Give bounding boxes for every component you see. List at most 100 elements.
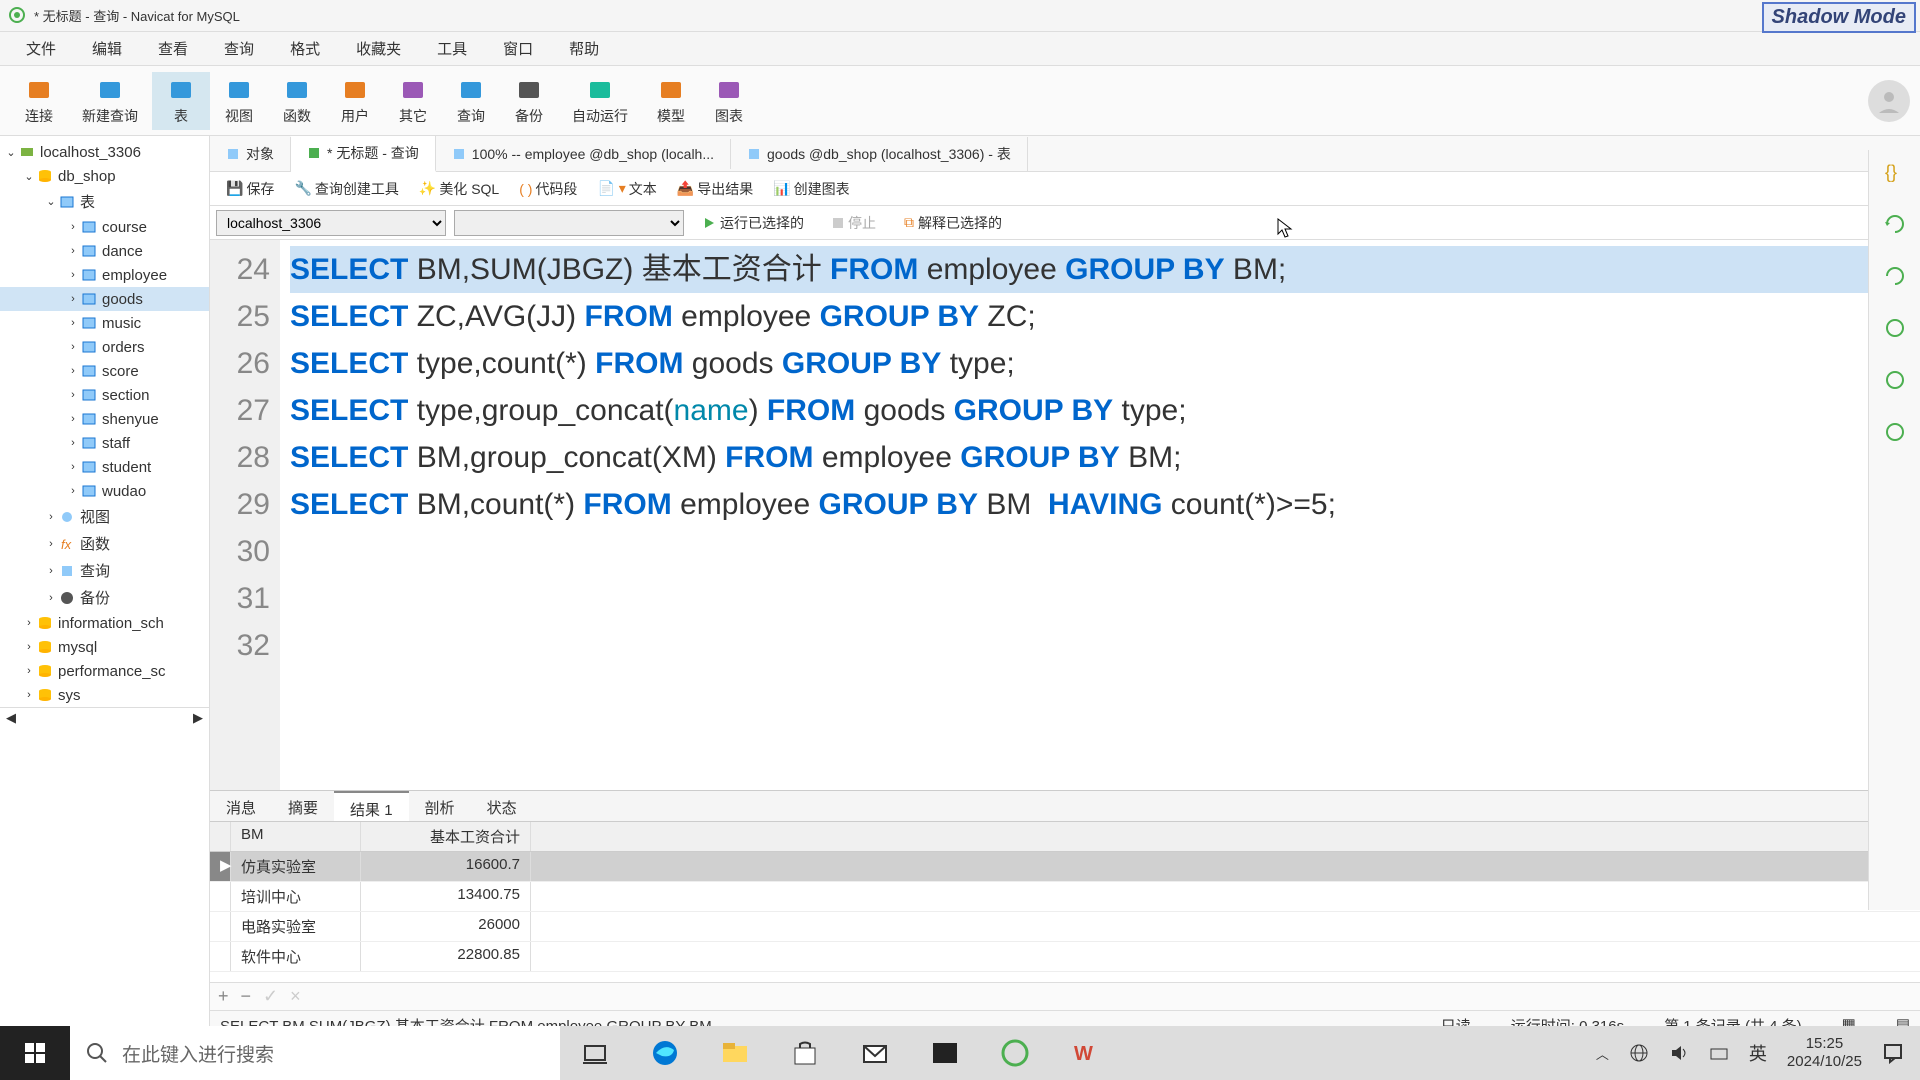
menu-查询[interactable]: 查询	[206, 32, 272, 65]
ime-indicator[interactable]: 英	[1749, 1040, 1767, 1066]
code-area[interactable]: SELECT BM,SUM(JBGZ) 基本工资合计 FROM employee…	[280, 240, 1900, 790]
tab-objects[interactable]: 对象	[210, 137, 291, 171]
menu-查看[interactable]: 查看	[140, 32, 206, 65]
refresh-icon-5[interactable]	[1883, 420, 1907, 444]
network-icon[interactable]	[1629, 1043, 1649, 1063]
user-button[interactable]: 用户	[326, 72, 384, 130]
start-button[interactable]	[0, 1026, 70, 1080]
code-line-24[interactable]: SELECT BM,SUM(JBGZ) 基本工资合计 FROM employee…	[290, 246, 1900, 293]
menu-编辑[interactable]: 编辑	[74, 32, 140, 65]
tree-folder-查询[interactable]: ›查询	[0, 557, 209, 584]
tree-table-goods[interactable]: ›goods	[0, 287, 209, 311]
action-保存[interactable]: 💾保存	[218, 176, 282, 202]
action-查询创建工具[interactable]: 🔧查询创建工具	[286, 176, 406, 202]
explorer-icon[interactable]	[700, 1026, 770, 1080]
terminal-icon[interactable]	[910, 1026, 980, 1080]
table-row[interactable]: 软件中心22800.85	[210, 942, 1920, 972]
connect-button[interactable]: 连接	[10, 72, 68, 130]
tree-table-shenyue[interactable]: ›shenyue	[0, 407, 209, 431]
refresh-icon-3[interactable]	[1883, 316, 1907, 340]
tree-folder-视图[interactable]: ›视图	[0, 503, 209, 530]
result-tab-状态[interactable]: 状态	[471, 791, 533, 821]
connection-select[interactable]: localhost_3306	[216, 210, 446, 236]
tree-db-mysql[interactable]: ›mysql	[0, 635, 209, 659]
view-button[interactable]: 视图	[210, 72, 268, 130]
task-view-button[interactable]	[560, 1026, 630, 1080]
wps-icon[interactable]: W	[1050, 1026, 1120, 1080]
backup-button[interactable]: 备份	[500, 72, 558, 130]
table-button[interactable]: 表	[152, 72, 210, 130]
table-row[interactable]: 电路实验室26000	[210, 912, 1920, 942]
column-header-sum[interactable]: 基本工资合计	[361, 822, 531, 851]
add-row-button[interactable]: +	[218, 986, 229, 1007]
sidebar-scroll[interactable]: ◀▶	[0, 707, 209, 728]
edge-icon[interactable]	[630, 1026, 700, 1080]
action-创建图表[interactable]: 📊创建图表	[765, 176, 857, 202]
avatar[interactable]	[1868, 80, 1910, 122]
tree-table-orders[interactable]: ›orders	[0, 335, 209, 359]
model-button[interactable]: 模型	[642, 72, 700, 130]
result-tab-剖析[interactable]: 剖析	[409, 791, 471, 821]
tree-db-performance_sc[interactable]: ›performance_sc	[0, 659, 209, 683]
code-line-26[interactable]: SELECT type,count(*) FROM goods GROUP BY…	[290, 340, 1900, 387]
run-selected-button[interactable]: 运行已选择的	[692, 210, 814, 236]
code-line-25[interactable]: SELECT ZC,AVG(JJ) FROM employee GROUP BY…	[290, 293, 1900, 340]
stop-button[interactable]: 停止	[822, 210, 886, 236]
tree-db-information_sch[interactable]: ›information_sch	[0, 611, 209, 635]
notification-icon[interactable]	[1882, 1042, 1904, 1064]
action-导出结果[interactable]: 📤导出结果	[669, 176, 761, 202]
action-文本[interactable]: 📄 ▾文本	[589, 176, 664, 202]
action-代码段[interactable]: ( )代码段	[511, 176, 585, 202]
braces-icon[interactable]: {}	[1883, 160, 1907, 184]
tree-tables[interactable]: ⌄表	[0, 188, 209, 215]
chart-button[interactable]: 图表	[700, 72, 758, 130]
schema-select[interactable]	[454, 210, 684, 236]
mail-icon[interactable]	[840, 1026, 910, 1080]
column-header-bm[interactable]: BM	[231, 822, 361, 851]
tray-chevron-icon[interactable]: ︿	[1596, 1044, 1609, 1063]
result-tab-结果 1[interactable]: 结果 1	[334, 791, 409, 821]
keyboard-icon[interactable]	[1709, 1043, 1729, 1063]
refresh-icon[interactable]	[1883, 212, 1907, 236]
tree-table-course[interactable]: ›course	[0, 215, 209, 239]
function-button[interactable]: 函数	[268, 72, 326, 130]
tab-goods[interactable]: goods @db_shop (localhost_3306) - 表	[731, 137, 1028, 171]
tree-connection[interactable]: ⌄localhost_3306	[0, 140, 209, 164]
query-button[interactable]: 查询	[442, 72, 500, 130]
tree-table-dance[interactable]: ›dance	[0, 239, 209, 263]
other-button[interactable]: 其它	[384, 72, 442, 130]
automation-button[interactable]: 自动运行	[558, 72, 642, 130]
menu-格式[interactable]: 格式	[272, 32, 338, 65]
tree-folder-函数[interactable]: ›fx函数	[0, 530, 209, 557]
tab-employee[interactable]: 100% -- employee @db_shop (localh...	[436, 139, 731, 169]
volume-icon[interactable]	[1669, 1043, 1689, 1063]
store-icon[interactable]	[770, 1026, 840, 1080]
code-line-29[interactable]: SELECT BM,count(*) FROM employee GROUP B…	[290, 481, 1900, 528]
menu-窗口[interactable]: 窗口	[485, 32, 551, 65]
clock[interactable]: 15:25 2024/10/25	[1787, 1035, 1862, 1071]
code-line-28[interactable]: SELECT BM,group_concat(XM) FROM employee…	[290, 434, 1900, 481]
tree-folder-备份[interactable]: ›备份	[0, 584, 209, 611]
tree-table-score[interactable]: ›score	[0, 359, 209, 383]
cancel-button[interactable]: ×	[290, 986, 301, 1007]
sql-editor[interactable]: 242526272829303132 SELECT BM,SUM(JBGZ) 基…	[210, 240, 1920, 790]
explain-selected-button[interactable]: ⧉ 解释已选择的	[894, 210, 1012, 236]
tree-db-sys[interactable]: ›sys	[0, 683, 209, 707]
tree-db-db_shop[interactable]: ⌄db_shop	[0, 164, 209, 188]
new-query-button[interactable]: 新建查询	[68, 72, 152, 130]
menu-帮助[interactable]: 帮助	[551, 32, 617, 65]
code-line-30[interactable]	[290, 528, 1900, 575]
menu-文件[interactable]: 文件	[8, 32, 74, 65]
table-row[interactable]: ▶仿真实验室16600.7	[210, 852, 1920, 882]
result-tab-消息[interactable]: 消息	[210, 791, 272, 821]
code-line-32[interactable]	[290, 622, 1900, 669]
tree-table-student[interactable]: ›student	[0, 455, 209, 479]
menu-收藏夹[interactable]: 收藏夹	[338, 32, 419, 65]
refresh-icon-4[interactable]	[1883, 368, 1907, 392]
taskbar-search[interactable]: 在此键入进行搜索	[70, 1026, 560, 1080]
remove-row-button[interactable]: −	[241, 986, 252, 1007]
tab-query-untitled[interactable]: * 无标题 - 查询	[291, 136, 436, 172]
result-tab-摘要[interactable]: 摘要	[272, 791, 334, 821]
menu-工具[interactable]: 工具	[419, 32, 485, 65]
navicat-icon[interactable]	[980, 1026, 1050, 1080]
